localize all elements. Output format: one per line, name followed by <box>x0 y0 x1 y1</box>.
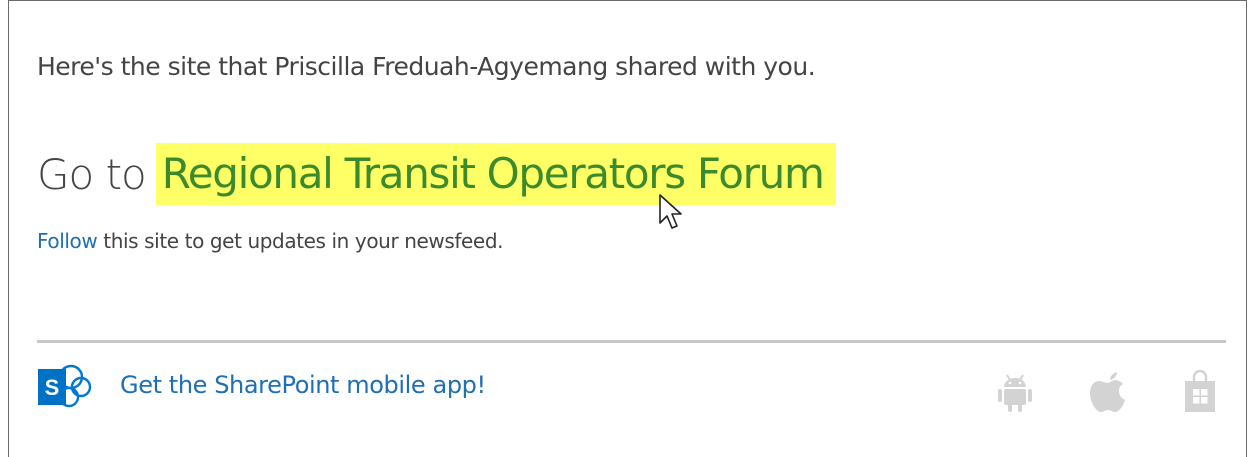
sharepoint-logo-letter: S <box>45 375 60 400</box>
windows-store-icon[interactable] <box>1182 370 1218 414</box>
follow-link[interactable]: Follow <box>37 229 98 253</box>
footer-divider <box>37 340 1226 343</box>
goto-line: Go to Regional Transit Operators Forum <box>37 143 836 205</box>
android-icon[interactable] <box>996 370 1034 414</box>
apple-icon[interactable] <box>1088 370 1128 414</box>
sharepoint-logo-icon[interactable]: S <box>37 363 93 411</box>
get-mobile-app-link[interactable]: Get the SharePoint mobile app! <box>120 371 486 399</box>
site-name-link[interactable]: Regional Transit Operators Forum <box>155 143 836 205</box>
follow-line: Follow this site to get updates in your … <box>37 229 503 253</box>
goto-prefix: Go to <box>37 149 147 199</box>
follow-text: this site to get updates in your newsfee… <box>97 229 504 253</box>
intro-text: Here's the site that Priscilla Freduah-A… <box>37 52 816 81</box>
